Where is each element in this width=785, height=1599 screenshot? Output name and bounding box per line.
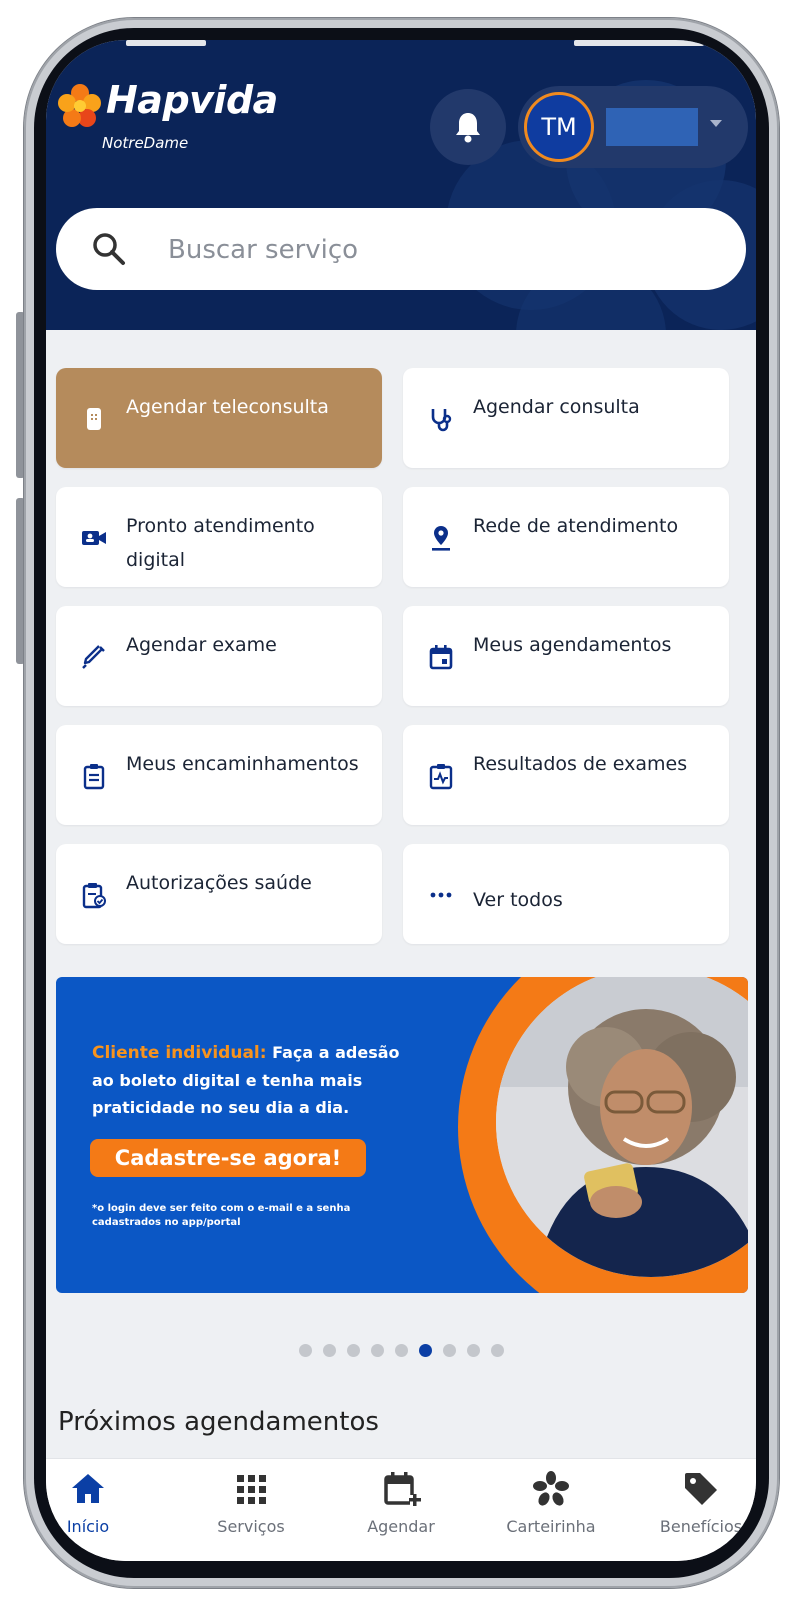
nav-agendar[interactable]: Agendar <box>331 1469 471 1536</box>
promo-banner[interactable]: Cliente individual: Faça a adesão ao bol… <box>56 977 748 1293</box>
nav-label: Carteirinha <box>506 1517 596 1536</box>
video-call-icon <box>82 531 106 545</box>
service-label: Meus agendamentos <box>473 634 672 656</box>
tag-icon <box>685 1473 717 1505</box>
clipboard-icon <box>83 764 105 790</box>
status-bar-right <box>574 40 704 46</box>
service-label: Meus encaminhamentos <box>126 753 359 775</box>
nav-label: Agendar <box>367 1517 435 1536</box>
search-input[interactable] <box>166 224 690 276</box>
carousel-dot[interactable] <box>323 1344 336 1357</box>
service-label: Pronto atendimento digital <box>126 515 315 571</box>
teleconsult-icon <box>87 408 101 430</box>
service-meus-encaminhamentos[interactable]: Meus encaminhamentos <box>56 725 382 825</box>
stethoscope-icon <box>431 409 452 432</box>
service-label: Rede de atendimento <box>473 515 679 537</box>
authorization-icon <box>82 883 106 909</box>
grid-icon <box>237 1475 266 1504</box>
nav-label: Benefícios <box>659 1517 743 1536</box>
user-menu-button[interactable]: TM <box>518 86 748 168</box>
status-bar-left <box>126 40 206 46</box>
service-label: Autorizações saúde <box>126 872 312 894</box>
bottom-navigation: Início Serviços Agendar Carteirinha Bene… <box>46 1458 756 1561</box>
calendar-plus-icon <box>384 1472 421 1506</box>
search-icon <box>93 233 125 265</box>
bell-icon <box>456 113 480 143</box>
notifications-button[interactable] <box>430 89 506 165</box>
location-pin-icon <box>432 526 450 551</box>
app-header: Hapvida NotreDame TM <box>46 40 756 330</box>
nav-carteirinha[interactable]: Carteirinha <box>481 1469 621 1536</box>
carousel-dot[interactable] <box>467 1344 480 1357</box>
search-bar[interactable] <box>56 208 746 290</box>
service-label: Agendar exame <box>126 634 277 656</box>
redacted-user-name <box>606 108 698 146</box>
service-label: Agendar consulta <box>473 396 640 418</box>
service-label: Ver todos <box>473 889 563 911</box>
service-agendar-exame[interactable]: Agendar exame <box>56 606 382 706</box>
service-ver-todos[interactable]: Ver todos <box>403 844 729 944</box>
carousel-dot[interactable] <box>491 1344 504 1357</box>
card-flower-icon <box>533 1471 569 1506</box>
carousel-indicator <box>46 1342 756 1361</box>
carousel-dot[interactable] <box>395 1344 408 1357</box>
nav-servicos[interactable]: Serviços <box>181 1469 321 1536</box>
banner-cta-button[interactable]: Cadastre-se agora! <box>90 1139 366 1177</box>
nav-inicio[interactable]: Início <box>46 1469 158 1536</box>
nav-label: Início <box>66 1517 110 1536</box>
service-label: Agendar teleconsulta <box>126 396 329 418</box>
carousel-dot[interactable] <box>347 1344 360 1357</box>
carousel-dot[interactable] <box>371 1344 384 1357</box>
service-meus-agendamentos[interactable]: Meus agendamentos <box>403 606 729 706</box>
banner-message: Cliente individual: Faça a adesão ao bol… <box>92 1039 422 1121</box>
hapvida-flower-logo <box>58 84 101 127</box>
carousel-dot[interactable] <box>443 1344 456 1357</box>
carousel-dot-active[interactable] <box>419 1344 432 1357</box>
chevron-down-icon <box>710 120 722 127</box>
service-pronto-atendimento[interactable]: Pronto atendimento digital <box>56 487 382 587</box>
service-agendar-consulta[interactable]: Agendar consulta <box>403 368 729 468</box>
service-autorizacoes-saude[interactable]: Autorizações saúde <box>56 844 382 944</box>
service-label: Resultados de exames <box>473 753 688 775</box>
home-icon <box>72 1474 104 1503</box>
nav-beneficios[interactable]: Benefícios <box>631 1469 756 1536</box>
brand-logo-text: Hapvida <box>106 78 278 122</box>
calendar-icon <box>429 645 453 670</box>
service-rede-atendimento[interactable]: Rede de atendimento <box>403 487 729 587</box>
nav-label: Serviços <box>217 1517 285 1536</box>
avatar: TM <box>524 92 594 162</box>
carousel-dot[interactable] <box>299 1344 312 1357</box>
service-agendar-teleconsulta[interactable]: Agendar teleconsulta <box>56 368 382 468</box>
section-title: Próximos agendamentos <box>58 1407 379 1437</box>
service-resultados-exames[interactable]: Resultados de exames <box>403 725 729 825</box>
banner-footnote: *o login deve ser feito com o e-mail e a… <box>92 1203 351 1228</box>
exam-results-icon <box>429 764 453 790</box>
more-dots-icon <box>430 892 452 898</box>
banner-highlight: Cliente individual: <box>92 1043 267 1063</box>
syringe-icon <box>82 645 105 669</box>
sub-brand-text: NotreDame <box>102 134 189 152</box>
app-screen: Hapvida NotreDame TM Buscar serviço Agen… <box>46 40 756 1561</box>
